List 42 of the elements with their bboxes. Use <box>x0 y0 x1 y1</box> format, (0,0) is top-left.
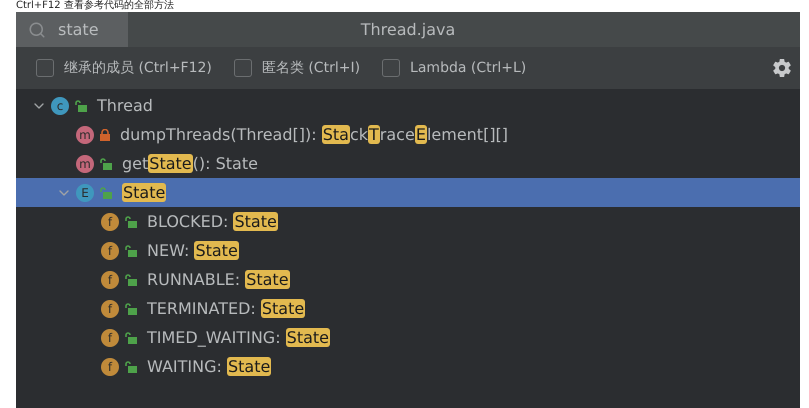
tree-item[interactable]: f TERMINATED: State <box>16 294 800 323</box>
field-icon: f <box>101 270 119 288</box>
field-icon: f <box>101 358 119 376</box>
tree-item[interactable]: m dumpThreads(Thread[]): StackTrace E lement[][] <box>16 120 800 149</box>
member-label: dumpThreads(Thread[]): StackTrace E lement[][] <box>120 125 508 144</box>
member-label: NEW: State <box>147 241 239 260</box>
class-icon: c <box>51 96 69 114</box>
member-label: State <box>122 183 166 202</box>
checkbox-label: Lambda (Ctrl+L) <box>410 60 526 76</box>
member-label: RUNNABLE: State <box>147 270 290 289</box>
member-label: BLOCKED: State <box>147 212 278 231</box>
member-label: Thread <box>97 96 153 115</box>
tree-item[interactable]: f NEW: State <box>16 236 800 265</box>
field-icon: f <box>101 242 119 260</box>
field-icon: f <box>101 212 119 230</box>
method-icon: m <box>76 126 94 144</box>
checkbox-label: 继承的成员 (Ctrl+F12) <box>64 59 212 77</box>
window-title: Thread.java <box>360 20 456 39</box>
tree-item[interactable]: f TIMED_WAITING: State <box>16 323 800 352</box>
enum-icon: E <box>76 184 94 202</box>
checkbox[interactable] <box>234 59 252 77</box>
member-label: WAITING: State <box>147 357 272 376</box>
search-icon <box>28 20 46 38</box>
member-label: TIMED_WAITING: State <box>147 328 330 347</box>
method-icon: m <box>76 154 94 172</box>
tree-item[interactable]: f RUNNABLE: State <box>16 265 800 294</box>
member-label: getState(): State <box>122 154 258 173</box>
checkbox[interactable] <box>382 59 400 77</box>
checkbox-label: 匿名类 (Ctrl+I) <box>262 59 360 77</box>
filter-checkbox[interactable]: Lambda (Ctrl+L) <box>382 59 526 77</box>
settings-icon[interactable] <box>772 58 792 78</box>
tree-item[interactable]: m getState(): State <box>16 149 800 178</box>
tree-item[interactable]: c Thread <box>16 91 800 120</box>
field-icon: f <box>101 328 119 346</box>
member-label: TERMINATED: State <box>147 299 306 318</box>
tree-item[interactable]: f WAITING: State <box>16 352 800 381</box>
tree-item[interactable]: E State <box>16 178 800 207</box>
field-icon: f <box>101 300 119 318</box>
tree-item[interactable]: f BLOCKED: State <box>16 207 800 236</box>
filter-checkbox[interactable]: 继承的成员 (Ctrl+F12) <box>36 59 212 77</box>
filter-checkbox[interactable]: 匿名类 (Ctrl+I) <box>234 59 360 77</box>
checkbox[interactable] <box>36 59 54 77</box>
